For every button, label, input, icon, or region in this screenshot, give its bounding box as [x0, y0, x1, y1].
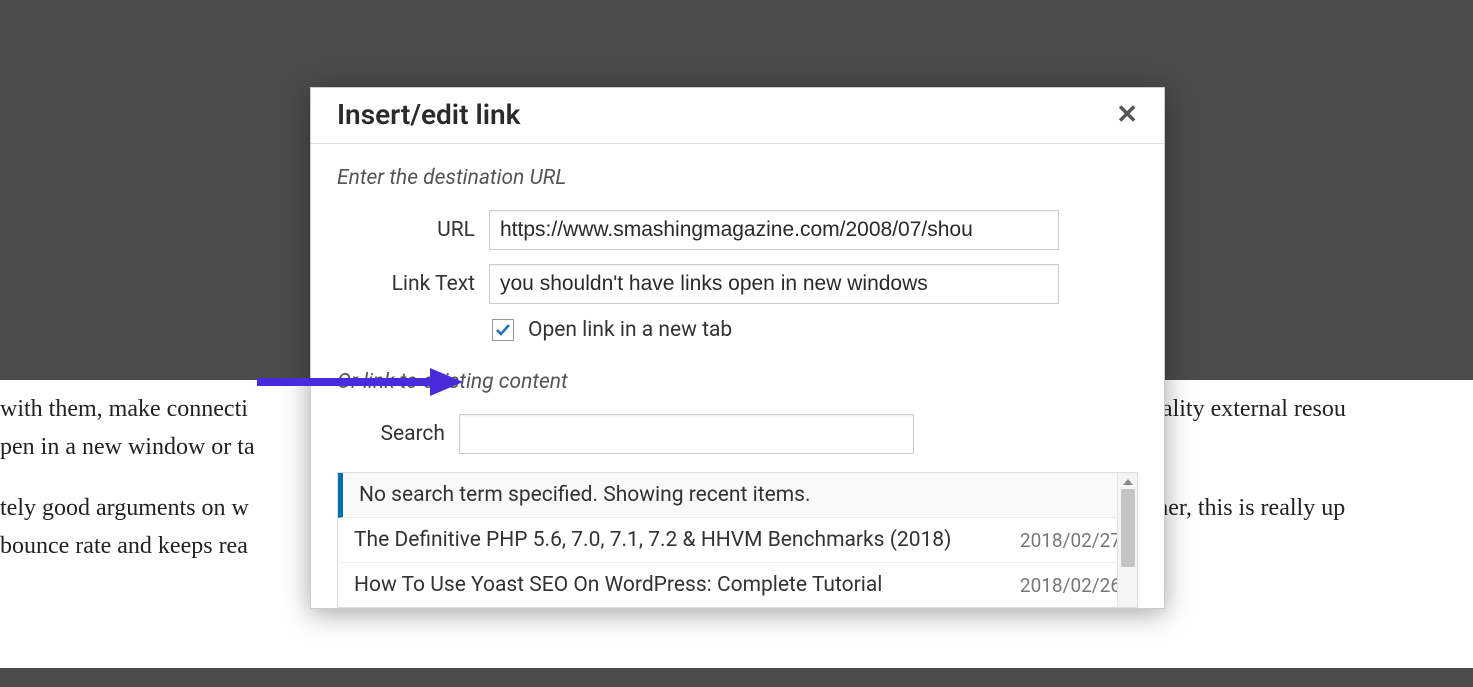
- link-text-row: Link Text: [337, 264, 1138, 304]
- bg-fragment: pen in a new window or ta: [0, 434, 255, 460]
- results-header: No search term specified. Showing recent…: [338, 473, 1137, 518]
- search-row: Search: [337, 414, 1138, 454]
- url-label: URL: [337, 218, 489, 242]
- scrollbar-thumb[interactable]: [1121, 489, 1135, 567]
- result-date: 2018/02/27: [1020, 529, 1121, 552]
- url-input[interactable]: [489, 210, 1059, 250]
- link-text-label: Link Text: [337, 272, 489, 296]
- results-scrollbar[interactable]: [1117, 473, 1137, 607]
- result-item[interactable]: The Definitive PHP 5.6, 7.0, 7.1, 7.2 & …: [338, 518, 1137, 563]
- result-title: The Definitive PHP 5.6, 7.0, 7.1, 7.2 & …: [354, 528, 951, 552]
- insert-link-dialog: Insert/edit link ✕ Enter the destination…: [310, 87, 1165, 609]
- result-date: 2018/02/26: [1020, 574, 1121, 597]
- url-row: URL: [337, 210, 1138, 250]
- dialog-title: Insert/edit link: [337, 98, 520, 131]
- open-new-tab-label: Open link in a new tab: [528, 318, 732, 342]
- bg-fragment: with them, make connecti: [0, 396, 248, 422]
- open-new-tab-checkbox[interactable]: [492, 319, 514, 341]
- search-input[interactable]: [459, 414, 914, 454]
- dialog-body: Enter the destination URL URL Link Text …: [311, 144, 1164, 608]
- checkmark-icon: [495, 322, 511, 338]
- or-link-heading: Or link to existing content: [337, 370, 1138, 394]
- enter-url-heading: Enter the destination URL: [337, 166, 1138, 190]
- close-icon[interactable]: ✕: [1116, 102, 1138, 128]
- link-text-input[interactable]: [489, 264, 1059, 304]
- results-list: No search term specified. Showing recent…: [337, 472, 1138, 608]
- bg-fragment: tely good arguments on w: [0, 495, 249, 521]
- result-title: How To Use Yoast SEO On WordPress: Compl…: [354, 573, 882, 597]
- search-label: Search: [337, 422, 459, 446]
- dialog-header: Insert/edit link ✕: [311, 88, 1164, 144]
- bg-fragment: bounce rate and keeps rea: [0, 533, 248, 559]
- scrollbar-up-icon: [1123, 479, 1133, 485]
- open-new-tab-row: Open link in a new tab: [492, 318, 1138, 342]
- result-item[interactable]: How To Use Yoast SEO On WordPress: Compl…: [338, 563, 1137, 607]
